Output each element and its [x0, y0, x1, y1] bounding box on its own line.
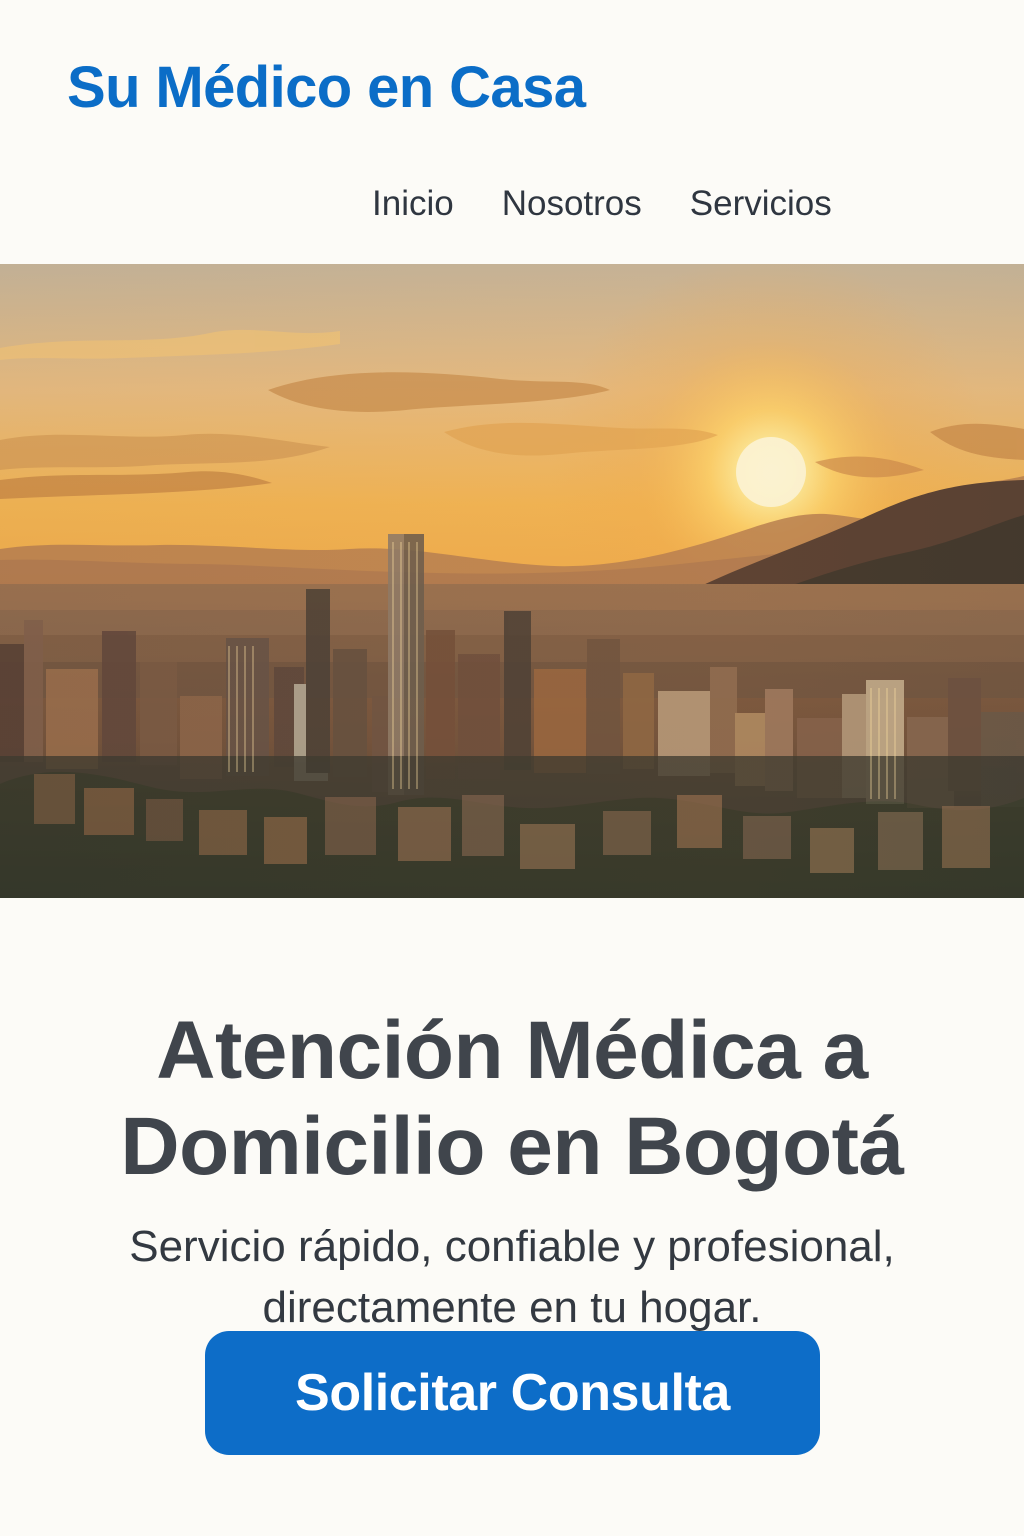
page-subtitle-line-1: Servicio rápido, confiable y profesional… — [129, 1222, 895, 1271]
nav-item-nosotros[interactable]: Nosotros — [502, 180, 642, 228]
page-subtitle: Servicio rápido, confiable y profesional… — [50, 1216, 974, 1338]
hero-city-image — [0, 264, 1024, 898]
main-nav: Inicio Nosotros Servicios — [372, 180, 832, 228]
nav-item-inicio[interactable]: Inicio — [372, 180, 454, 228]
city-sunset-illustration — [0, 264, 1024, 898]
brand-logo-text[interactable]: Su Médico en Casa — [67, 52, 586, 124]
page-title-line-2: Domicilio en Bogotá — [120, 1100, 904, 1192]
request-consultation-button[interactable]: Solicitar Consulta — [205, 1331, 820, 1455]
nav-item-servicios[interactable]: Servicios — [690, 180, 832, 228]
page-title: Atención Médica a Domicilio en Bogotá — [40, 1003, 984, 1195]
page-title-line-1: Atención Médica a — [156, 1004, 868, 1096]
page-subtitle-line-2: directamente en tu hogar. — [262, 1283, 762, 1332]
site-header: Su Médico en Casa Inicio Nosotros Servic… — [0, 0, 1024, 264]
